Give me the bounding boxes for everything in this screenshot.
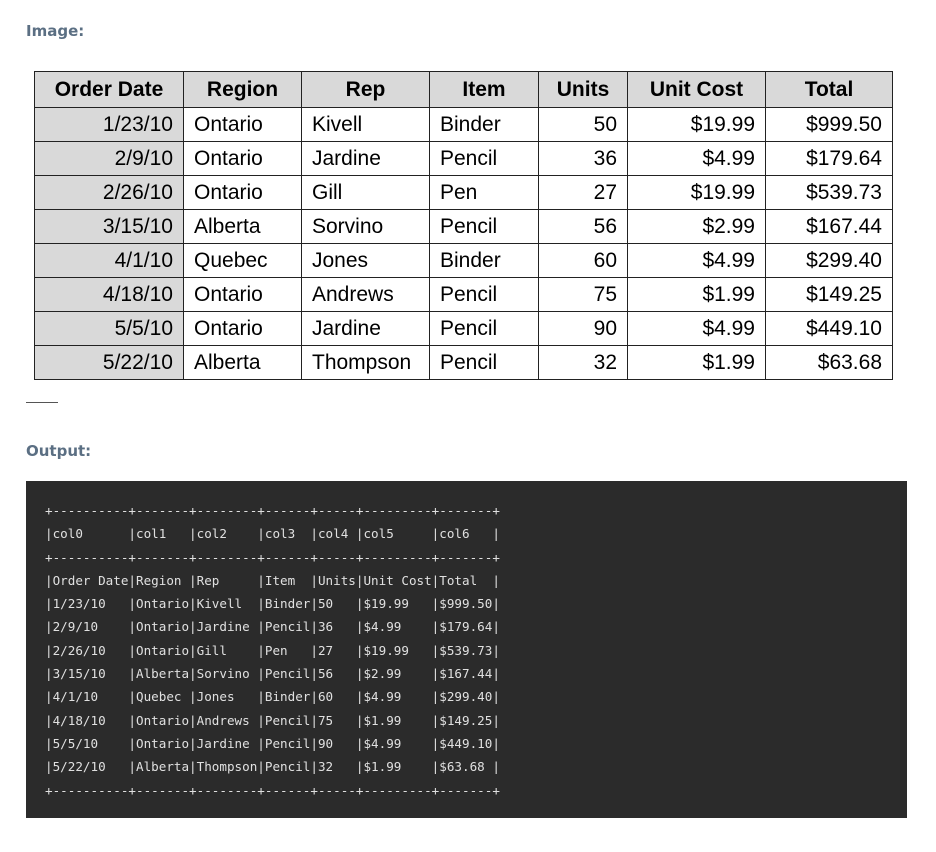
cell-total: $149.25 [765, 277, 893, 312]
table-row: 4/18/10 Ontario Andrews Pencil 75 $1.99 $149.2… [34, 277, 893, 312]
cell-order-date: 2/9/10 [34, 141, 184, 176]
cell-rep: Jardine [301, 141, 430, 176]
cell-rep: Thompson [301, 345, 430, 380]
cell-unit-cost: $19.99 [627, 107, 766, 142]
cell-total: $167.44 [765, 209, 893, 244]
console-line: |2/26/10 |Ontario|Gill |Pen |27 |$19.99 … [45, 642, 500, 658]
cell-item: Pencil [429, 277, 539, 312]
cell-rep: Jardine [301, 311, 430, 346]
cell-rep: Gill [301, 175, 430, 210]
cell-item: Pencil [429, 311, 539, 346]
console-line: |col0 |col1 |col2 |col3 |col4 |col5 |col… [45, 526, 500, 542]
cell-units: 27 [538, 175, 628, 210]
cell-region: Ontario [183, 175, 302, 210]
console-line: |4/1/10 |Quebec |Jones |Binder|60 |$4.99… [45, 689, 500, 705]
cell-units: 90 [538, 311, 628, 346]
table-row: 5/5/10 Ontario Jardine Pencil 90 $4.99 $449.10 [34, 311, 893, 346]
table-row: 2/9/10 Ontario Jardine Pencil 36 $4.99 $179.64 [34, 141, 893, 176]
cell-order-date: 3/15/10 [34, 209, 184, 244]
console-line: +----------+-------+--------+------+----… [45, 782, 500, 798]
table-row: 5/22/10 Alberta Thompson Pencil 32 $1.99 $63.6… [34, 345, 893, 380]
cell-region: Ontario [183, 277, 302, 312]
cell-order-date: 4/18/10 [34, 277, 184, 312]
header-region: Region [183, 71, 302, 108]
cell-unit-cost: $4.99 [627, 243, 766, 278]
cell-item: Pencil [429, 345, 539, 380]
cell-region: Ontario [183, 107, 302, 142]
cell-order-date: 2/26/10 [34, 175, 184, 210]
cell-total: $63.68 [765, 345, 893, 380]
console-output-panel: +----------+-------+--------+------+----… [26, 481, 907, 818]
output-section-label: Output: [26, 442, 92, 460]
cell-region: Ontario [183, 141, 302, 176]
spreadsheet-table: Order Date Region Rep Item Units Unit Co… [34, 71, 893, 380]
cell-total: $449.10 [765, 311, 893, 346]
header-units: Units [538, 71, 628, 108]
console-line: |4/18/10 |Ontario|Andrews |Pencil|75 |$1… [45, 712, 500, 728]
table-row: 4/1/10 Quebec Jones Binder 60 $4.99 $299.40 [34, 243, 893, 278]
cell-total: $999.50 [765, 107, 893, 142]
console-line: |2/9/10 |Ontario|Jardine |Pencil|36 |$4.… [45, 619, 500, 635]
console-line: +----------+-------+--------+------+----… [45, 503, 500, 518]
cell-region: Quebec [183, 243, 302, 278]
cell-total: $299.40 [765, 243, 893, 278]
cell-item: Binder [429, 243, 539, 278]
cell-total: $179.64 [765, 141, 893, 176]
image-section-label: Image: [26, 22, 85, 40]
console-line: |1/23/10 |Ontario|Kivell |Binder|50 |$19… [45, 596, 500, 612]
cell-unit-cost: $4.99 [627, 141, 766, 176]
cell-units: 50 [538, 107, 628, 142]
cell-item: Pencil [429, 141, 539, 176]
header-item: Item [429, 71, 539, 108]
table-row: 3/15/10 Alberta Sorvino Pencil 56 $2.99 $167.4… [34, 209, 893, 244]
cell-item: Pencil [429, 209, 539, 244]
cell-item: Binder [429, 107, 539, 142]
cell-unit-cost: $19.99 [627, 175, 766, 210]
cell-order-date: 5/5/10 [34, 311, 184, 346]
cell-units: 75 [538, 277, 628, 312]
cell-order-date: 1/23/10 [34, 107, 184, 142]
header-total: Total [765, 71, 893, 108]
console-text: +----------+-------+--------+------+----… [45, 499, 500, 802]
cell-units: 32 [538, 345, 628, 380]
cell-region: Alberta [183, 209, 302, 244]
console-line: |3/15/10 |Alberta|Sorvino |Pencil|56 |$2… [45, 666, 500, 682]
cell-order-date: 4/1/10 [34, 243, 184, 278]
cell-units: 60 [538, 243, 628, 278]
cell-unit-cost: $1.99 [627, 345, 766, 380]
cell-unit-cost: $2.99 [627, 209, 766, 244]
cell-region: Alberta [183, 345, 302, 380]
cell-unit-cost: $1.99 [627, 277, 766, 312]
divider-mark [26, 402, 58, 403]
console-line: |5/22/10 |Alberta|Thompson|Pencil|32 |$1… [45, 759, 500, 775]
table-row: 2/26/10 Ontario Gill Pen 27 $19.99 $539.73 [34, 175, 893, 210]
table-row: 1/23/10 Ontario Kivell Binder 50 $19.99 $999.5… [34, 107, 893, 142]
cell-total: $539.73 [765, 175, 893, 210]
console-line: |Order Date|Region |Rep |Item |Units|Uni… [45, 572, 500, 588]
console-line: +----------+-------+--------+------+----… [45, 549, 500, 565]
cell-rep: Jones [301, 243, 430, 278]
cell-region: Ontario [183, 311, 302, 346]
cell-rep: Andrews [301, 277, 430, 312]
cell-rep: Sorvino [301, 209, 430, 244]
console-line: |5/5/10 |Ontario|Jardine |Pencil|90 |$4.… [45, 735, 500, 751]
cell-units: 56 [538, 209, 628, 244]
header-order-date: Order Date [34, 71, 184, 108]
cell-item: Pen [429, 175, 539, 210]
header-rep: Rep [301, 71, 430, 108]
header-unit-cost: Unit Cost [627, 71, 766, 108]
cell-units: 36 [538, 141, 628, 176]
table-header-row: Order Date Region Rep Item Units Unit Co… [34, 71, 893, 108]
cell-order-date: 5/22/10 [34, 345, 184, 380]
cell-unit-cost: $4.99 [627, 311, 766, 346]
cell-rep: Kivell [301, 107, 430, 142]
table-body: 1/23/10 Ontario Kivell Binder 50 $19.99 $999.5… [34, 107, 893, 380]
